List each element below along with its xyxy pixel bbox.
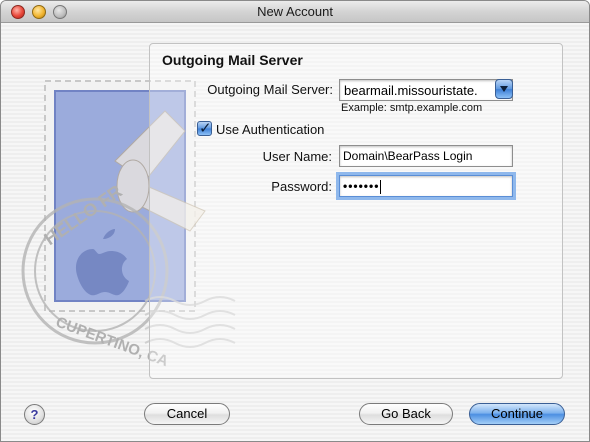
password-label: Password: [271,179,332,194]
continue-button[interactable]: Continue [469,403,565,425]
outgoing-server-label: Outgoing Mail Server: [207,82,333,97]
cancel-button[interactable]: Cancel [144,403,230,425]
user-name-value: Domain\BearPass Login [343,149,473,163]
help-button[interactable]: ? [24,404,45,425]
server-example-text: Example: smtp.example.com [341,102,483,114]
new-account-window: New Account HELLO FR CUPERTINO, CA Outgo… [0,0,590,442]
outgoing-server-combobox[interactable]: bearmail.missouristate. [339,79,513,101]
use-authentication-checkbox[interactable]: ✓ [197,120,212,137]
password-field[interactable]: ••••••• [339,175,513,197]
outgoing-server-value: bearmail.missouristate. [344,83,478,98]
outgoing-server-dropdown-button[interactable] [495,79,513,99]
section-title: Outgoing Mail Server [162,52,303,68]
password-value: ••••••• [343,179,380,193]
user-name-field[interactable]: Domain\BearPass Login [339,145,513,167]
user-name-label: User Name: [262,149,332,164]
window-title: New Account [257,4,333,19]
use-authentication-label[interactable]: Use Authentication [216,122,324,137]
text-caret [380,179,382,194]
go-back-button[interactable]: Go Back [359,403,453,425]
chevron-down-icon [500,86,508,92]
checkmark-icon: ✓ [199,120,212,137]
title-bar: New Account [1,1,589,23]
